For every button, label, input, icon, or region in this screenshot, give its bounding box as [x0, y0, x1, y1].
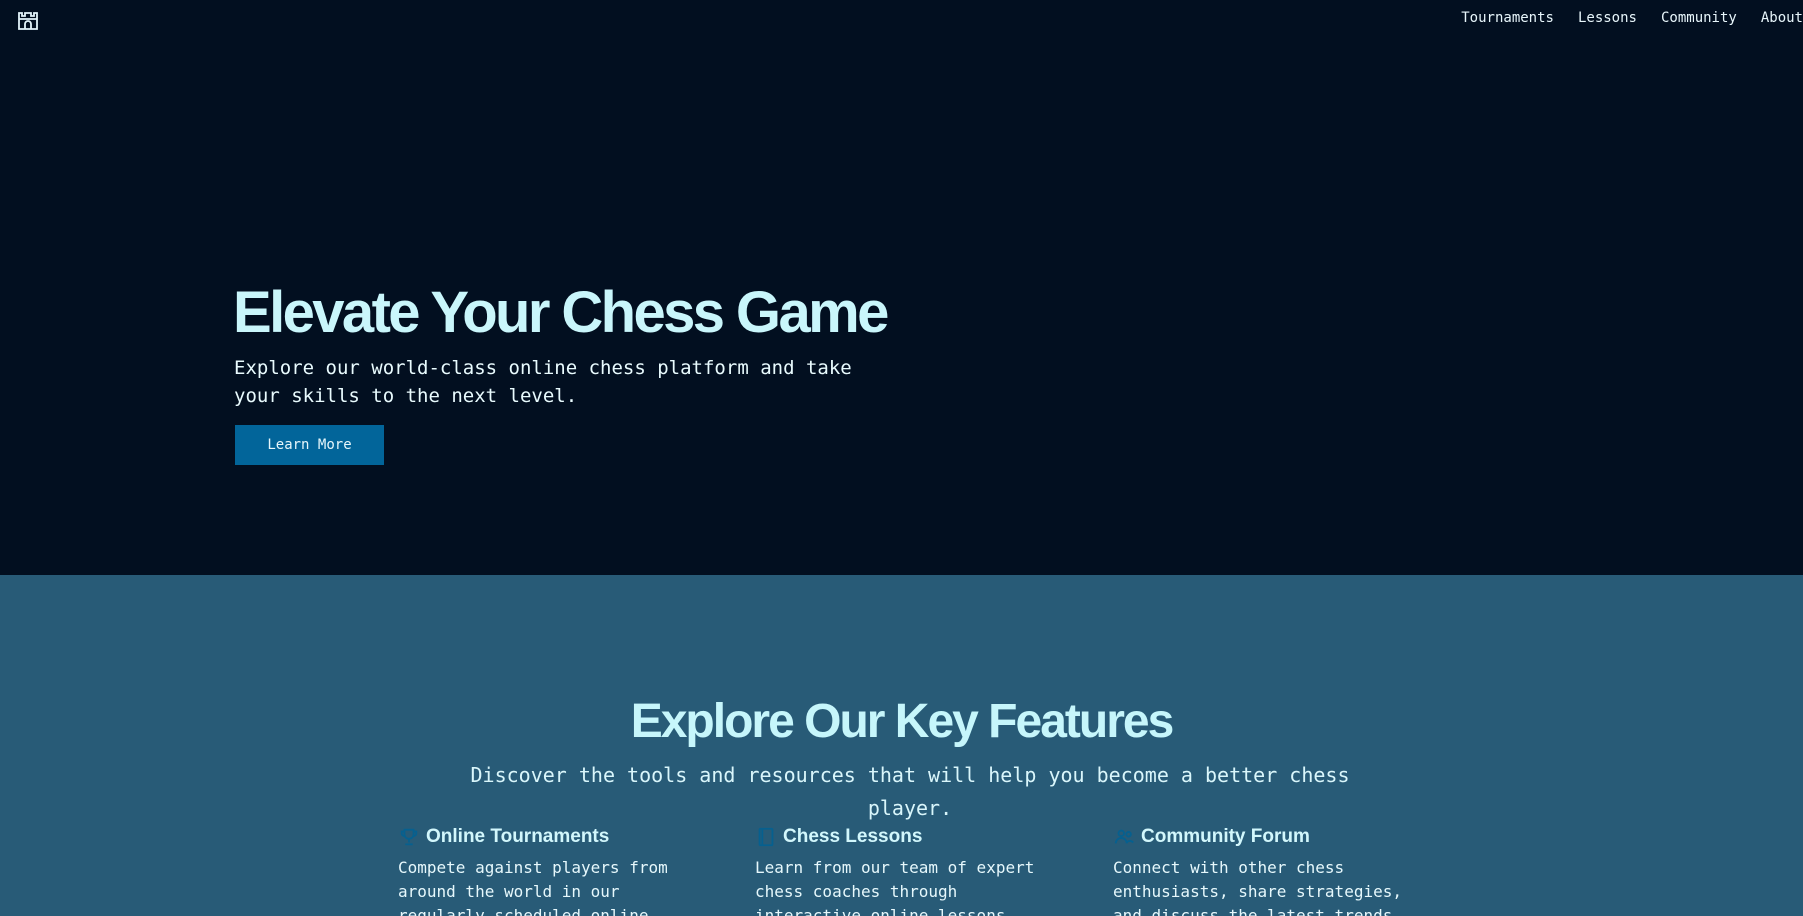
top-navigation-bar: Tournaments Lessons Community About	[0, 0, 1803, 40]
nav-link-community[interactable]: Community	[1661, 10, 1737, 26]
hero-subtitle: Explore our world-class online chess pla…	[234, 357, 852, 407]
hero-section: Elevate Your Chess Game Explore our worl…	[0, 0, 1803, 575]
feature-description: Compete against players from around the …	[398, 858, 668, 916]
hero-title: Elevate Your Chess Game	[233, 280, 889, 345]
nav-link-about[interactable]: About	[1761, 10, 1803, 26]
feature-description: Connect with other chess enthusiasts, sh…	[1113, 858, 1402, 916]
feature-card-community: Community Forum Connect with other chess…	[1113, 825, 1423, 916]
feature-card-tournaments: Online Tournaments Compete against playe…	[398, 825, 708, 916]
users-icon	[1113, 826, 1135, 848]
main-nav: Tournaments Lessons Community About	[1461, 10, 1803, 26]
features-section: Explore Our Key Features Discover the to…	[0, 575, 1803, 916]
features-subtitle: Discover the tools and resources that wi…	[470, 763, 1350, 820]
nav-link-lessons[interactable]: Lessons	[1578, 10, 1637, 26]
trophy-icon	[398, 826, 420, 848]
nav-link-tournaments[interactable]: Tournaments	[1461, 10, 1554, 26]
learn-more-button[interactable]: Learn More	[235, 425, 384, 465]
feature-title: Community Forum	[1141, 826, 1310, 847]
features-title: Explore Our Key Features	[630, 695, 1175, 748]
feature-title: Chess Lessons	[783, 826, 923, 847]
book-icon	[755, 826, 777, 848]
feature-description: Learn from our team of expert chess coac…	[755, 858, 1035, 916]
feature-card-lessons: Chess Lessons Learn from our team of exp…	[755, 825, 1065, 916]
feature-title: Online Tournaments	[426, 826, 610, 847]
castle-icon[interactable]	[16, 8, 40, 32]
